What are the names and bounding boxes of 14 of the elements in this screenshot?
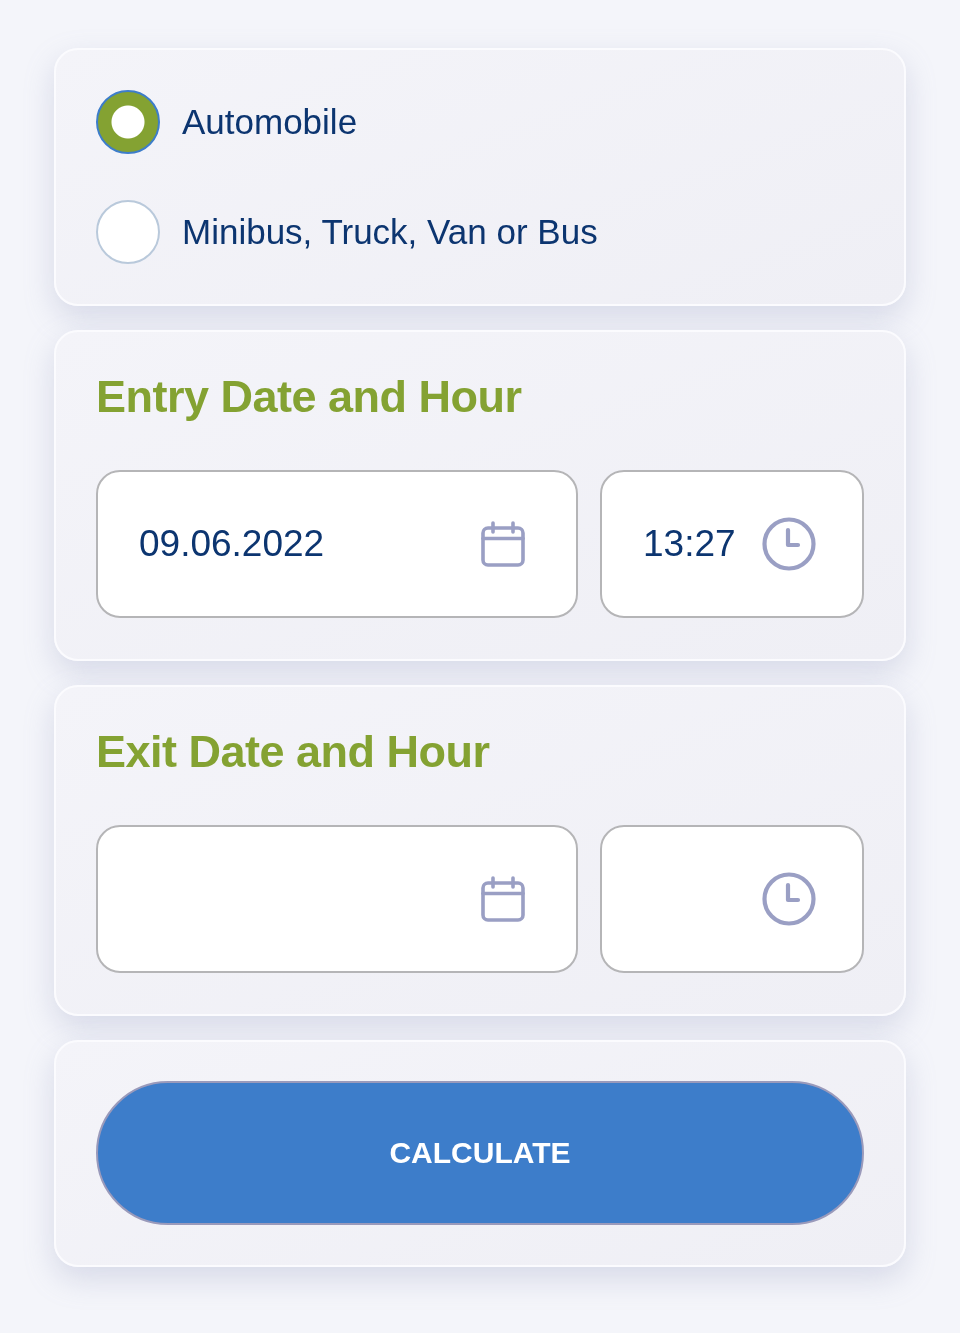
section-title: Entry Date and Hour xyxy=(96,370,523,424)
clock-icon xyxy=(762,872,816,926)
option-label[interactable]: Automobile xyxy=(182,102,358,142)
option-label[interactable]: Minibus, Truck, Van or Bus xyxy=(182,212,598,252)
time-field[interactable]: 13:27 xyxy=(600,470,864,618)
time-field[interactable] xyxy=(600,825,864,973)
section-title: Exit Date and Hour xyxy=(96,725,491,779)
calendar-icon xyxy=(481,876,525,922)
calendar-icon xyxy=(481,521,525,567)
date-field[interactable]: 09.06.2022 xyxy=(96,470,578,618)
date-field[interactable] xyxy=(96,825,578,973)
clock-icon xyxy=(762,517,816,571)
calculate-button[interactable]: CALCULATE xyxy=(96,1081,864,1225)
radio-button[interactable] xyxy=(96,90,160,154)
